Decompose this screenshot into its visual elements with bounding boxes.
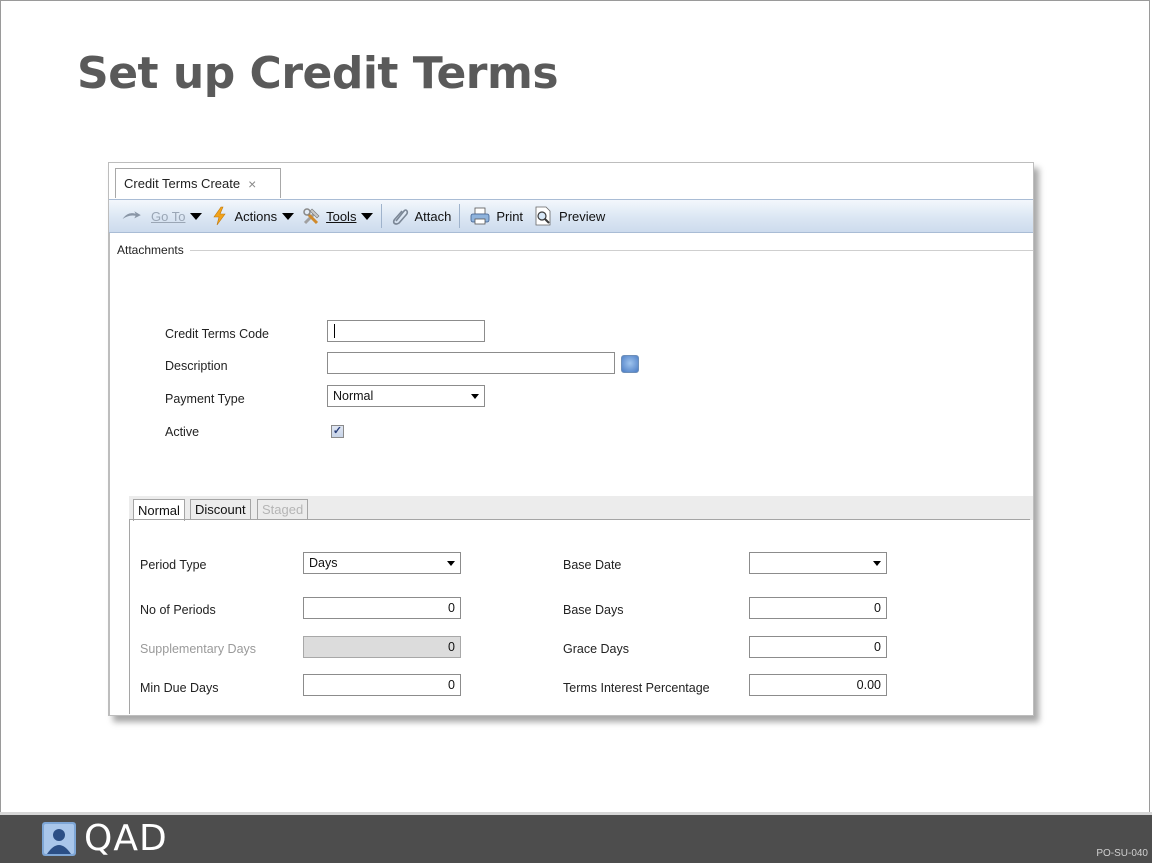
supplementary-days-value: 0 bbox=[448, 640, 455, 654]
printer-icon bbox=[470, 207, 490, 225]
tab-credit-terms-create[interactable]: Credit Terms Create × bbox=[115, 168, 281, 198]
terms-interest-percentage-input[interactable]: 0.00 bbox=[749, 674, 887, 696]
close-tab-icon[interactable]: × bbox=[248, 176, 256, 192]
tools-label: Tools bbox=[326, 208, 357, 224]
grace-days-label: Grace Days bbox=[563, 642, 629, 656]
tab-label: Credit Terms Create bbox=[124, 176, 241, 191]
credit-terms-window: Credit Terms Create × Go To Actions Tool… bbox=[108, 162, 1034, 716]
no-of-periods-value: 0 bbox=[448, 601, 455, 615]
attach-button[interactable]: Attach bbox=[390, 206, 451, 226]
print-button[interactable]: Print bbox=[468, 206, 523, 226]
attachments-divider bbox=[189, 249, 1033, 251]
goto-label: Go To bbox=[151, 208, 186, 224]
toolbar-separator bbox=[459, 204, 461, 228]
chevron-down-icon bbox=[873, 560, 881, 566]
supplementary-days-input: 0 bbox=[303, 636, 461, 658]
base-days-value: 0 bbox=[874, 601, 881, 615]
payment-type-select[interactable]: Normal bbox=[327, 385, 485, 407]
preview-button[interactable]: Preview bbox=[531, 206, 605, 226]
attach-label: Attach bbox=[414, 208, 452, 224]
goto-button[interactable]: Go To bbox=[113, 206, 203, 226]
tab-discount[interactable]: Discount bbox=[190, 499, 251, 520]
period-type-label: Period Type bbox=[140, 558, 207, 572]
paperclip-icon bbox=[393, 209, 409, 225]
terms-interest-percentage-value: 0.00 bbox=[856, 678, 881, 692]
terms-tabstrip: Normal Discount Staged bbox=[129, 496, 1033, 521]
supplementary-days-label: Supplementary Days bbox=[140, 642, 257, 656]
footer-divider bbox=[0, 812, 1152, 815]
footer-bar bbox=[0, 812, 1152, 863]
slide-code: PO-SU-040 bbox=[1096, 848, 1148, 859]
base-date-select[interactable] bbox=[749, 552, 887, 574]
print-preview-icon bbox=[535, 206, 551, 226]
translate-lookup-icon[interactable] bbox=[621, 355, 639, 373]
terms-interest-percentage-label: Terms Interest Percentage bbox=[563, 681, 710, 695]
tab-normal[interactable]: Normal bbox=[133, 499, 185, 521]
goto-dropdown-icon bbox=[190, 212, 203, 220]
tab-staged: Staged bbox=[257, 499, 309, 520]
active-checkbox[interactable]: ✓ bbox=[331, 425, 344, 438]
base-date-label: Base Date bbox=[563, 558, 622, 572]
window-left-edge bbox=[109, 233, 110, 715]
chevron-down-icon bbox=[447, 560, 455, 566]
lightning-icon bbox=[213, 206, 227, 226]
base-days-input[interactable]: 0 bbox=[749, 597, 887, 619]
credit-terms-code-label: Credit Terms Code bbox=[165, 327, 269, 341]
qad-logo-icon bbox=[42, 821, 76, 856]
grace-days-value: 0 bbox=[874, 640, 881, 654]
attachments-label: Attachments bbox=[117, 243, 184, 257]
payment-type-value: Normal bbox=[333, 389, 374, 403]
chevron-down-icon bbox=[471, 393, 479, 399]
preview-label: Preview bbox=[559, 208, 606, 224]
active-label: Active bbox=[165, 425, 200, 439]
description-input[interactable] bbox=[327, 352, 615, 374]
no-of-periods-label: No of Periods bbox=[140, 603, 216, 617]
toolbar: Go To Actions Tools Attach Print Preview bbox=[109, 199, 1033, 233]
document-tabstrip: Credit Terms Create × bbox=[109, 163, 1033, 199]
no-of-periods-input[interactable]: 0 bbox=[303, 597, 461, 619]
tools-icon bbox=[303, 208, 320, 225]
logo-text: QAD bbox=[84, 818, 168, 859]
description-label: Description bbox=[165, 359, 228, 373]
actions-label: Actions bbox=[234, 208, 278, 224]
payment-type-label: Payment Type bbox=[165, 392, 245, 406]
base-days-label: Base Days bbox=[563, 603, 624, 617]
min-due-days-value: 0 bbox=[448, 678, 455, 692]
min-due-days-input[interactable]: 0 bbox=[303, 674, 461, 696]
min-due-days-label: Min Due Days bbox=[140, 681, 219, 695]
attachments-section[interactable]: Attachments bbox=[117, 243, 1033, 257]
print-label: Print bbox=[496, 208, 524, 224]
period-type-select[interactable]: Days bbox=[303, 552, 461, 574]
tools-button[interactable]: Tools bbox=[302, 206, 374, 226]
qad-logo: QAD bbox=[42, 818, 168, 859]
toolbar-separator bbox=[381, 204, 383, 228]
period-type-value: Days bbox=[309, 556, 338, 570]
tools-dropdown-icon bbox=[361, 212, 374, 220]
grace-days-input[interactable]: 0 bbox=[749, 636, 887, 658]
goto-arrow-icon bbox=[122, 211, 141, 219]
actions-dropdown-icon bbox=[282, 212, 295, 220]
credit-terms-code-input[interactable] bbox=[327, 320, 485, 342]
slide-title: Set up Credit Terms bbox=[77, 48, 559, 99]
text-cursor bbox=[334, 324, 335, 338]
actions-button[interactable]: Actions bbox=[210, 206, 295, 226]
